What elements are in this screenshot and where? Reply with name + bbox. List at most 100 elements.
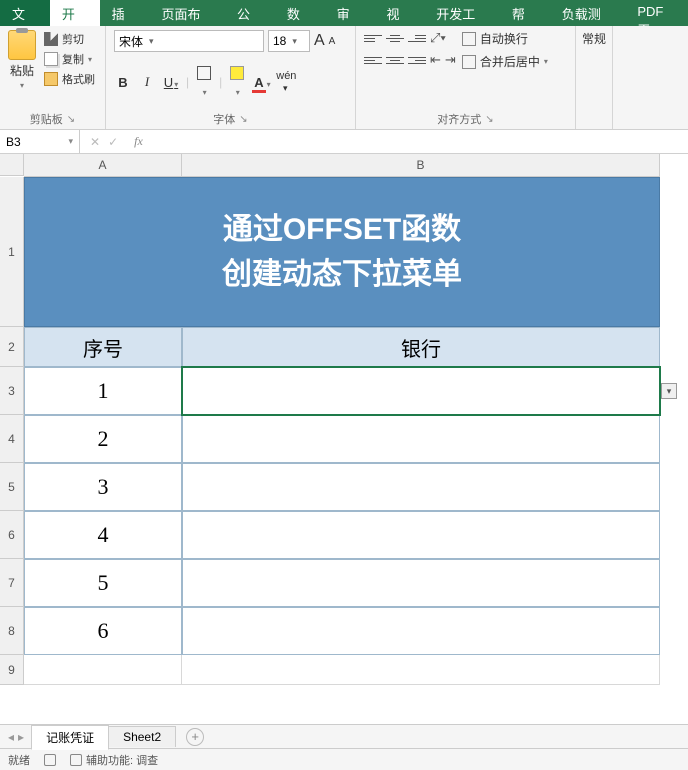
- tab-load[interactable]: 负载测试: [550, 0, 626, 26]
- wrap-text-button[interactable]: 自动换行: [462, 30, 548, 47]
- tab-pdf[interactable]: PDF工: [625, 0, 688, 26]
- cell-a9[interactable]: [24, 655, 182, 685]
- row-header-6[interactable]: 6: [0, 511, 24, 559]
- select-all-corner[interactable]: [0, 154, 24, 176]
- orientation-button[interactable]: ⤢▾: [430, 30, 446, 46]
- cell-b2[interactable]: 银行: [182, 327, 660, 367]
- cell-b5[interactable]: [182, 463, 660, 511]
- cell-b8[interactable]: [182, 607, 660, 655]
- tab-file[interactable]: 文件: [0, 0, 50, 26]
- phonetic-button[interactable]: wén▾: [276, 70, 294, 94]
- underline-button[interactable]: U: [162, 75, 180, 90]
- align-middle-button[interactable]: [386, 30, 404, 46]
- paste-icon: [8, 30, 36, 60]
- tab-formula[interactable]: 公式: [225, 0, 275, 26]
- cell-a3[interactable]: 1: [24, 367, 182, 415]
- tab-home[interactable]: 开始: [50, 0, 100, 26]
- col-header-a[interactable]: A: [24, 154, 182, 177]
- tab-dev[interactable]: 开发工具: [424, 0, 500, 26]
- accept-formula-button[interactable]: ✓: [108, 135, 118, 149]
- tab-view[interactable]: 视图: [374, 0, 424, 26]
- cell-b4[interactable]: [182, 415, 660, 463]
- align-right-button[interactable]: [408, 52, 426, 68]
- cell-a8[interactable]: 6: [24, 607, 182, 655]
- cell-a7[interactable]: 5: [24, 559, 182, 607]
- cell-b7[interactable]: [182, 559, 660, 607]
- decrease-indent-button[interactable]: ⇤: [430, 52, 441, 68]
- font-color-button[interactable]: A: [252, 75, 270, 90]
- row-header-3[interactable]: 3: [0, 367, 24, 415]
- font-size-combo[interactable]: 18▾: [268, 30, 310, 52]
- decrease-font-button[interactable]: A: [329, 36, 336, 47]
- sheet-tab-2[interactable]: Sheet2: [108, 726, 176, 747]
- sheet-tab-strip: ◂ ▸ 记账凭证 Sheet2 +: [0, 724, 688, 748]
- row-header-4[interactable]: 4: [0, 415, 24, 463]
- cell-a5[interactable]: 3: [24, 463, 182, 511]
- cell-b9[interactable]: [182, 655, 660, 685]
- cancel-formula-button[interactable]: ✕: [90, 135, 100, 149]
- tab-data[interactable]: 数据: [275, 0, 325, 26]
- border-button[interactable]: [195, 66, 213, 98]
- increase-indent-button[interactable]: ⇥: [445, 52, 456, 68]
- border-icon: [197, 66, 211, 80]
- group-alignment: ⤢▾ ⇤ ⇥ 自动换行 合并后居中▾ 对齐方式↘: [356, 26, 576, 129]
- macro-record-icon[interactable]: [44, 754, 56, 766]
- cut-button[interactable]: 剪切: [42, 30, 97, 48]
- cell-a4[interactable]: 2: [24, 415, 182, 463]
- tab-nav-last[interactable]: ▸: [18, 730, 24, 744]
- tab-insert[interactable]: 插入: [100, 0, 150, 26]
- tab-review[interactable]: 审阅: [325, 0, 375, 26]
- fx-icon[interactable]: fx: [128, 134, 149, 149]
- cell-title[interactable]: 通过OFFSET函数 创建动态下拉菜单: [24, 177, 660, 327]
- align-launcher[interactable]: ↘: [485, 114, 493, 125]
- row-header-5[interactable]: 5: [0, 463, 24, 511]
- font-launcher[interactable]: ↘: [239, 114, 247, 125]
- row-header-9[interactable]: 9: [0, 655, 24, 685]
- align-left-button[interactable]: [364, 52, 382, 68]
- row-header-7[interactable]: 7: [0, 559, 24, 607]
- worksheet: A B 1 通过OFFSET函数 创建动态下拉菜单 2 序号 银行 31▾425…: [0, 154, 688, 724]
- merge-center-button[interactable]: 合并后居中▾: [462, 53, 548, 70]
- row-header-2[interactable]: 2: [0, 327, 24, 367]
- group-clipboard: 粘贴 ▾ 剪切 复制▾ 格式刷 剪贴板 ↘: [0, 26, 106, 129]
- cell-a6[interactable]: 4: [24, 511, 182, 559]
- align-top-button[interactable]: [364, 30, 382, 46]
- col-header-b[interactable]: B: [182, 154, 660, 177]
- group-font: 宋体▾ 18▾ A A B I U | | A wén▾ 字体↘: [106, 26, 356, 129]
- clipboard-launcher[interactable]: ↘: [67, 114, 75, 125]
- align-bottom-button[interactable]: [408, 30, 426, 46]
- font-name-combo[interactable]: 宋体▾: [114, 30, 264, 52]
- font-group-label: 字体: [213, 111, 235, 127]
- row-header-8[interactable]: 8: [0, 607, 24, 655]
- name-box[interactable]: B3▾: [0, 130, 80, 153]
- cell-a2[interactable]: 序号: [24, 327, 182, 367]
- formula-bar: B3▾ ✕ ✓ fx: [0, 130, 688, 154]
- align-center-button[interactable]: [386, 52, 404, 68]
- font-color-icon: A: [252, 75, 265, 93]
- accessibility-status[interactable]: 辅助功能: 调查: [70, 752, 158, 768]
- merge-icon: [462, 55, 476, 69]
- status-bar: 就绪 辅助功能: 调查: [0, 748, 688, 770]
- cell-b3[interactable]: ▾: [182, 367, 660, 415]
- accessibility-icon: [70, 754, 82, 766]
- clipboard-group-label: 剪贴板: [30, 111, 63, 127]
- cut-icon: [44, 32, 58, 46]
- tab-layout[interactable]: 页面布局: [149, 0, 225, 26]
- cell-b6[interactable]: [182, 511, 660, 559]
- row-header-1[interactable]: 1: [0, 177, 24, 327]
- fill-color-button[interactable]: [228, 66, 246, 98]
- number-format-label[interactable]: 常规: [582, 30, 606, 47]
- tab-nav-first[interactable]: ◂: [8, 730, 14, 744]
- bold-button[interactable]: B: [114, 75, 132, 90]
- formula-input[interactable]: [149, 130, 688, 153]
- format-painter-button[interactable]: 格式刷: [42, 70, 97, 88]
- copy-button[interactable]: 复制▾: [42, 50, 97, 68]
- paste-label: 粘贴: [10, 62, 34, 79]
- increase-font-button[interactable]: A: [314, 32, 325, 50]
- tab-help[interactable]: 帮助: [500, 0, 550, 26]
- dropdown-handle[interactable]: ▾: [661, 383, 677, 399]
- paste-button[interactable]: 粘贴 ▾: [8, 30, 36, 90]
- italic-button[interactable]: I: [138, 74, 156, 90]
- sheet-tab-active[interactable]: 记账凭证: [31, 725, 109, 750]
- add-sheet-button[interactable]: +: [186, 728, 204, 746]
